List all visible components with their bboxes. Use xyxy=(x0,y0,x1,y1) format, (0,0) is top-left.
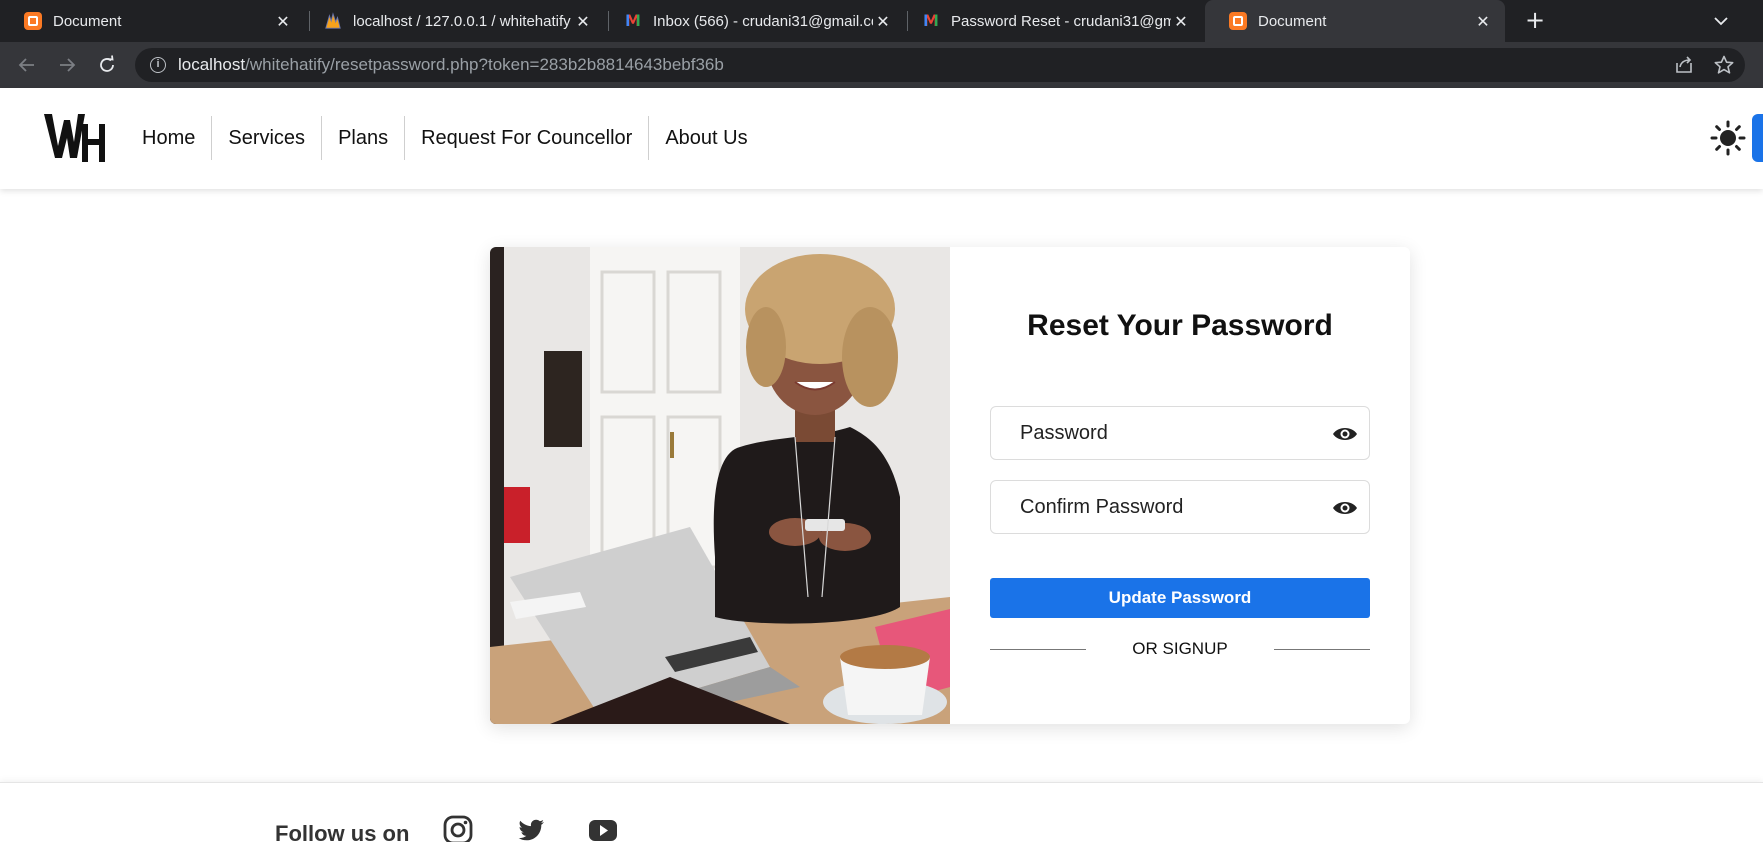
tab-title: Document xyxy=(53,12,122,30)
form-title: Reset Your Password xyxy=(1027,309,1333,342)
tab-title: Password Reset - crudani31@gmail.com xyxy=(951,12,1171,30)
forward-arrow-icon[interactable] xyxy=(53,51,81,79)
eye-icon[interactable] xyxy=(1331,497,1359,519)
twitter-icon[interactable] xyxy=(516,815,546,842)
close-icon[interactable]: ✕ xyxy=(1171,12,1191,31)
phpmyadmin-icon xyxy=(324,12,342,30)
nav-request-councellor[interactable]: Request For Councellor xyxy=(405,116,650,160)
close-icon[interactable]: ✕ xyxy=(573,12,593,31)
nav-services[interactable]: Services xyxy=(212,116,323,160)
gmail-icon: M xyxy=(923,11,939,30)
close-icon[interactable]: ✕ xyxy=(1473,12,1493,31)
browser-tab[interactable]: Document ✕ xyxy=(0,0,305,42)
site-footer: Follow us on xyxy=(0,782,1763,842)
confirm-password-field[interactable] xyxy=(990,480,1370,534)
browser-tab[interactable]: localhost / 127.0.0.1 / whitehatify ✕ xyxy=(300,0,605,42)
gmail-icon: M xyxy=(625,11,641,30)
new-tab-button[interactable]: + xyxy=(1520,6,1550,36)
reset-form: Reset Your Password Update Password OR S… xyxy=(950,247,1410,724)
main-nav: Home Services Plans Request For Councell… xyxy=(126,116,764,160)
close-icon[interactable]: ✕ xyxy=(273,12,293,31)
reload-icon[interactable] xyxy=(93,51,121,79)
tab-title: Inbox (566) - crudani31@gmail.com xyxy=(653,12,873,30)
info-icon[interactable]: i xyxy=(150,57,166,73)
tab-title: Document xyxy=(1258,12,1327,30)
browser-tab-strip: Document ✕ localhost / 127.0.0.1 / white… xyxy=(0,0,1763,42)
browser-toolbar: i localhost/whitehatify/resetpassword.ph… xyxy=(0,42,1763,88)
browser-tab-active[interactable]: Document ✕ xyxy=(1205,0,1505,42)
youtube-icon[interactable] xyxy=(588,815,618,842)
follow-label: Follow us on xyxy=(275,821,410,842)
url-text[interactable]: localhost/whitehatify/resetpassword.php?… xyxy=(178,55,724,75)
address-bar[interactable]: i localhost/whitehatify/resetpassword.ph… xyxy=(135,48,1745,82)
star-icon[interactable] xyxy=(1713,54,1735,76)
site-header: Home Services Plans Request For Councell… xyxy=(0,88,1763,189)
password-input[interactable] xyxy=(991,407,1311,459)
chevron-down-icon[interactable] xyxy=(1708,8,1734,34)
sun-icon[interactable] xyxy=(1710,120,1746,156)
browser-tab[interactable]: M Inbox (566) - crudani31@gmail.com ✕ xyxy=(600,0,905,42)
share-icon[interactable] xyxy=(1673,54,1695,76)
instagram-icon[interactable] xyxy=(443,815,473,842)
xampp-icon xyxy=(1229,12,1247,30)
close-icon[interactable]: ✕ xyxy=(873,12,893,31)
tab-title: localhost / 127.0.0.1 / whitehatify xyxy=(353,12,571,30)
xampp-icon xyxy=(24,12,42,30)
nav-plans[interactable]: Plans xyxy=(322,116,406,160)
password-field[interactable] xyxy=(990,406,1370,460)
eye-icon[interactable] xyxy=(1331,423,1359,445)
back-arrow-icon[interactable] xyxy=(13,51,41,79)
update-password-button[interactable]: Update Password xyxy=(990,578,1370,618)
browser-tab[interactable]: M Password Reset - crudani31@gmail.com ✕ xyxy=(898,0,1203,42)
header-action-button[interactable] xyxy=(1752,114,1763,162)
hero-photo xyxy=(490,247,950,724)
divider xyxy=(1274,649,1370,650)
nav-home[interactable]: Home xyxy=(126,116,213,160)
nav-about-us[interactable]: About Us xyxy=(649,116,763,160)
reset-password-card: Reset Your Password Update Password OR S… xyxy=(490,247,1410,724)
confirm-password-input[interactable] xyxy=(991,481,1311,533)
site-logo[interactable] xyxy=(44,112,106,164)
